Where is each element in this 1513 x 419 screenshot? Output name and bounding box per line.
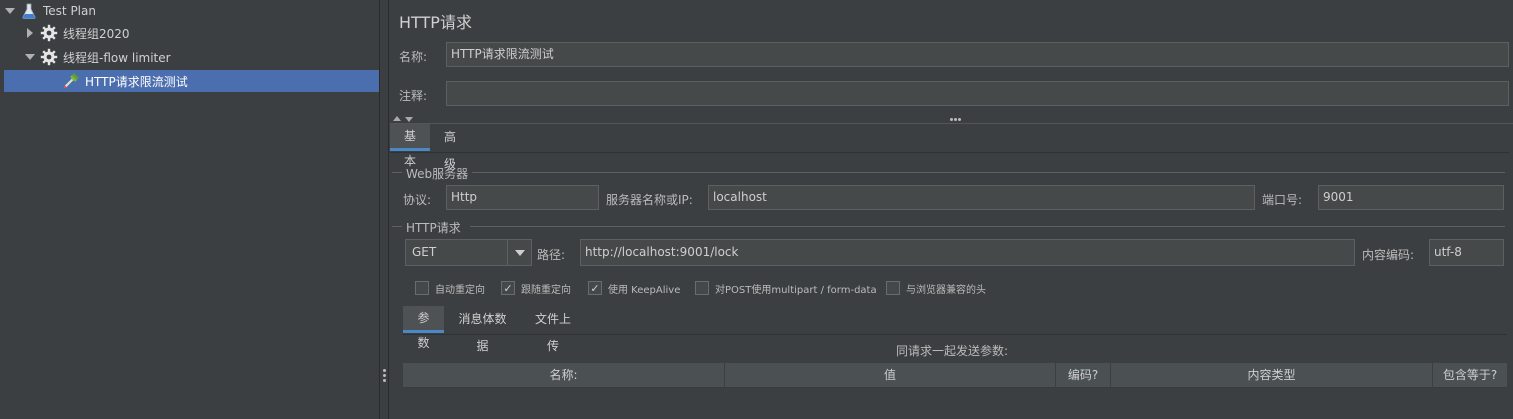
splitter-grip-icon xyxy=(950,118,953,121)
group-border xyxy=(392,226,402,227)
column-header-value[interactable]: 值 xyxy=(725,363,1056,388)
option-follow-redirect[interactable]: ✓ 跟随重定向 xyxy=(501,280,571,296)
protocol-field[interactable]: Http xyxy=(446,185,599,210)
test-plan-tree: Test Plan 线程组2020 线程组-flow limiter HTTP请… xyxy=(0,0,380,419)
protocol-label: 协议: xyxy=(403,193,432,207)
option-auto-redirect[interactable]: 自动重定向 xyxy=(415,280,485,296)
splitter-grip-icon xyxy=(954,118,957,121)
vertical-splitter[interactable] xyxy=(380,0,389,419)
option-label: 对POST使用multipart / form-data xyxy=(715,284,877,296)
tab-divider xyxy=(403,334,1507,335)
option-label: 自动重定向 xyxy=(435,284,485,296)
gear-icon xyxy=(40,48,58,66)
option-label: 使用 KeepAlive xyxy=(608,284,681,296)
option-browser-headers[interactable]: 与浏览器兼容的头 xyxy=(886,280,986,296)
params-table-body[interactable] xyxy=(403,389,1507,419)
content-encoding-label: 内容编码: xyxy=(1362,248,1415,262)
flask-icon xyxy=(20,2,38,20)
tab-parameters[interactable]: 参数 xyxy=(403,306,444,350)
server-name-field[interactable]: localhost xyxy=(708,185,1255,210)
tree-item-label: 线程组2020 xyxy=(63,26,130,41)
tree-item-thread-group-2020[interactable]: 线程组2020 xyxy=(4,22,379,44)
column-header-content-type[interactable]: 内容类型 xyxy=(1111,363,1433,388)
page-title: HTTP请求 xyxy=(399,13,472,32)
tree-item-thread-group-flow-limiter[interactable]: 线程组-flow limiter xyxy=(4,46,379,68)
server-name-label: 服务器名称或IP: xyxy=(606,193,693,207)
group-border xyxy=(472,172,1505,173)
expand-toggle-icon[interactable] xyxy=(24,27,36,39)
path-label: 路径: xyxy=(537,248,566,262)
tab-body-data[interactable]: 消息体数据 xyxy=(446,306,519,353)
http-request-group-label: HTTP请求 xyxy=(406,221,461,235)
column-header-name[interactable]: 名称: xyxy=(403,363,725,388)
column-header-include-equals[interactable]: 包含等于? xyxy=(1433,363,1507,388)
splitter-grip-icon xyxy=(383,374,386,377)
checkbox[interactable] xyxy=(886,281,900,295)
checkbox-checked[interactable]: ✓ xyxy=(501,281,515,295)
splitter-grip-icon xyxy=(383,369,386,372)
web-server-group-label: Web服务器 xyxy=(406,167,469,181)
collapse-toggle-icon[interactable] xyxy=(24,51,36,63)
tab-advanced[interactable]: 高级 xyxy=(430,124,470,171)
comment-label: 注释: xyxy=(399,89,428,103)
content-encoding-field[interactable]: utf-8 xyxy=(1429,239,1504,266)
tree-item-http-request[interactable]: HTTP请求限流测试 xyxy=(4,70,379,92)
params-caption: 同请求一起发送参数: xyxy=(896,344,1009,358)
option-label: 跟随重定向 xyxy=(521,284,571,296)
splitter-grip-icon xyxy=(958,118,961,121)
option-keepalive[interactable]: ✓ 使用 KeepAlive xyxy=(588,280,680,296)
group-border xyxy=(470,226,1505,227)
chevron-down-icon[interactable] xyxy=(507,240,531,265)
tab-basic[interactable]: 基本 xyxy=(390,124,430,168)
pipette-icon xyxy=(62,72,80,90)
option-label: 与浏览器兼容的头 xyxy=(906,284,986,296)
path-field[interactable]: http://localhost:9001/lock xyxy=(580,239,1355,266)
method-value: GET xyxy=(412,245,437,259)
tree-item-label: 线程组-flow limiter xyxy=(63,50,171,65)
port-field[interactable]: 9001 xyxy=(1318,185,1504,210)
group-border xyxy=(392,172,402,173)
tree-item-test-plan[interactable]: Test Plan xyxy=(4,0,379,22)
gear-icon xyxy=(40,24,58,42)
checkbox[interactable] xyxy=(415,281,429,295)
tab-file-upload[interactable]: 文件上传 xyxy=(521,306,585,353)
checkbox[interactable] xyxy=(695,281,709,295)
tree-item-label: Test Plan xyxy=(43,4,96,18)
splitter-grip-icon xyxy=(383,379,386,382)
collapse-toggle-icon[interactable] xyxy=(4,5,16,17)
name-label: 名称: xyxy=(399,50,428,64)
tab-divider xyxy=(390,152,1509,153)
checkbox-checked[interactable]: ✓ xyxy=(588,281,602,295)
horizontal-splitter[interactable] xyxy=(390,123,1513,124)
expand-up-icon[interactable] xyxy=(393,116,401,121)
port-label: 端口号: xyxy=(1262,193,1303,207)
column-header-encode[interactable]: 编码? xyxy=(1056,363,1111,388)
params-table-header: 名称: 值 编码? 内容类型 包含等于? xyxy=(403,363,1507,388)
expand-down-icon[interactable] xyxy=(405,117,413,122)
option-multipart[interactable]: 对POST使用multipart / form-data xyxy=(695,280,877,296)
name-field[interactable]: HTTP请求限流测试 xyxy=(446,42,1509,67)
method-select[interactable]: GET xyxy=(405,239,532,266)
tree-item-label: HTTP请求限流测试 xyxy=(85,74,188,89)
comment-field[interactable] xyxy=(446,81,1509,106)
http-request-editor: HTTP请求 名称: HTTP请求限流测试 注释: 基本 高级 Web服务器 协… xyxy=(390,0,1513,419)
